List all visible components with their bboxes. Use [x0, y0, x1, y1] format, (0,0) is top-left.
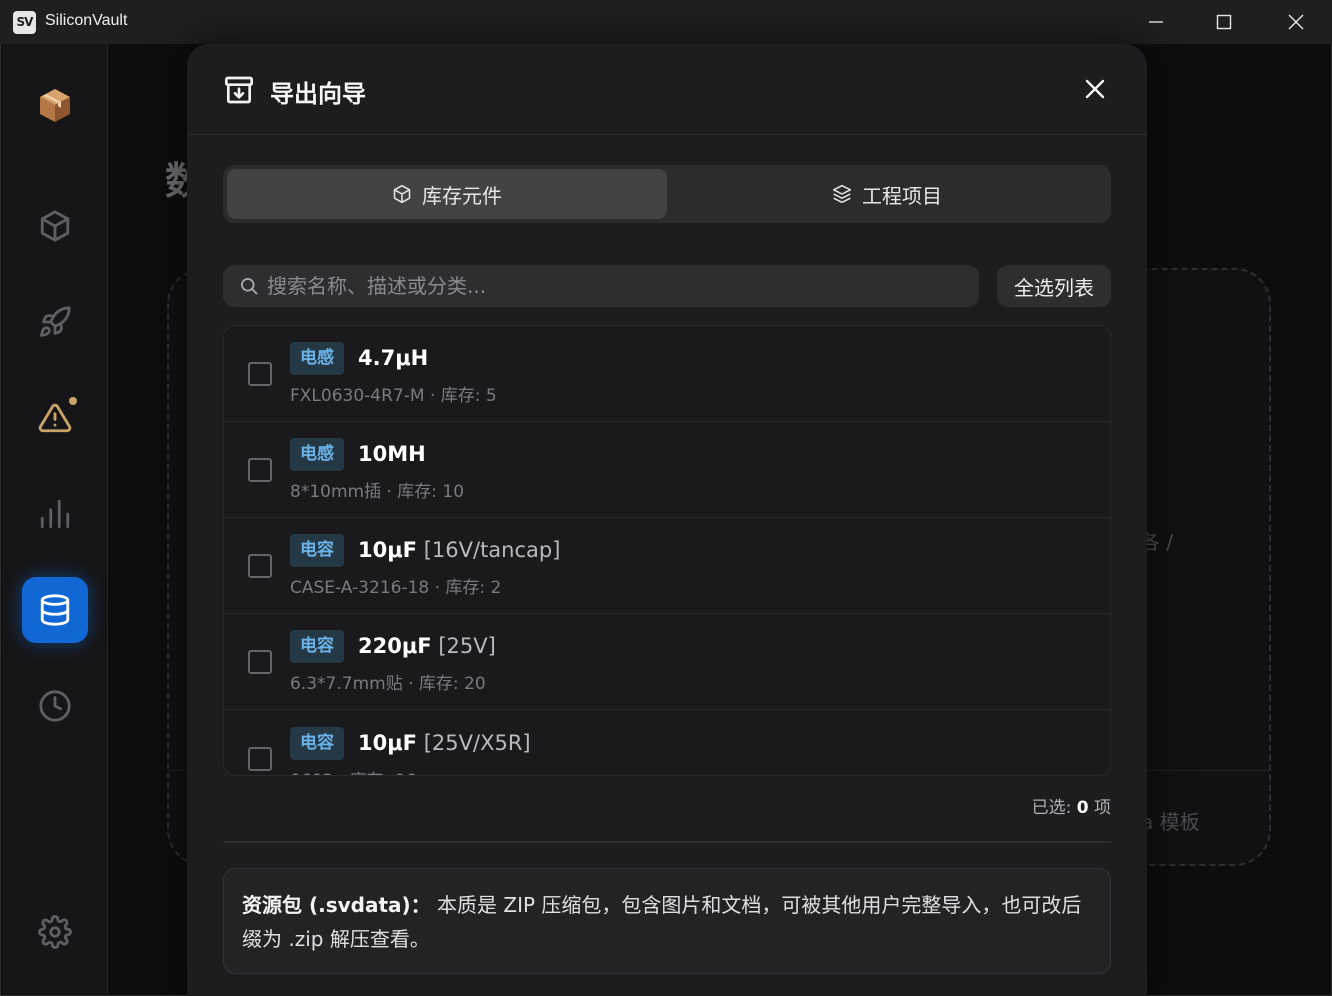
- selected-prefix: 已选:: [1031, 798, 1077, 818]
- item-name: 10μF: [358, 538, 418, 562]
- item-name: 4.7μH: [358, 346, 429, 370]
- list-item[interactable]: 电容 10μF [25V/X5R] 0603 · 库存: 96: [224, 711, 1110, 775]
- search-box: [223, 265, 979, 307]
- item-subtitle: 0603 · 库存: 96: [290, 766, 416, 775]
- item-subtitle: CASE-A-3216-18 · 库存: 2: [290, 578, 502, 598]
- note-label: 资源包 (.svdata)：: [242, 893, 431, 917]
- item-checkbox[interactable]: [248, 362, 272, 386]
- warning-icon: [38, 403, 72, 433]
- title-bar: SV SiliconVault: [0, 0, 1332, 44]
- selected-count: 已选: 0 项: [887, 793, 1111, 818]
- item-name: 10MH: [358, 442, 426, 466]
- select-all-button[interactable]: 全选列表: [997, 265, 1111, 307]
- export-wizard-dialog: 导出向导 库存元件 工程项目 全选列表 电感 4.7μH F: [187, 44, 1147, 996]
- sidebar-item-components[interactable]: [22, 193, 88, 259]
- category-tag: 电容: [290, 727, 344, 760]
- sidebar-item-history[interactable]: [22, 673, 88, 739]
- bar-chart-icon: [40, 499, 70, 529]
- item-title: 220μF [25V]: [358, 630, 496, 663]
- category-tag: 电容: [290, 534, 344, 567]
- item-checkbox[interactable]: [248, 554, 272, 578]
- search-input[interactable]: [267, 265, 967, 307]
- item-spec: [25V]: [438, 634, 496, 658]
- sidebar-item-alerts[interactable]: [22, 385, 88, 451]
- dialog-title: 导出向导: [270, 80, 366, 108]
- cube-icon: [393, 184, 411, 204]
- sidebar-item-settings[interactable]: [22, 899, 88, 965]
- package-logo-icon: [40, 89, 70, 122]
- sidebar-item-data[interactable]: [22, 577, 88, 643]
- export-type-tabs: 库存元件 工程项目: [223, 165, 1111, 223]
- list-item[interactable]: 电容 10μF [16V/tancap] CASE-A-3216-18 · 库存…: [224, 518, 1110, 614]
- category-tag: 电感: [290, 342, 344, 375]
- item-spec: [16V/tancap]: [423, 538, 561, 562]
- database-icon: [40, 594, 70, 626]
- category-tag: 电感: [290, 438, 344, 471]
- minimize-icon: [1149, 21, 1163, 23]
- tab-projects[interactable]: 工程项目: [667, 169, 1107, 219]
- sidebar-item-projects[interactable]: [22, 289, 88, 355]
- category-tag: 电容: [290, 630, 344, 663]
- item-title: 10MH: [358, 438, 426, 471]
- export-archive-icon: [223, 74, 255, 110]
- list-item[interactable]: 电感 4.7μH FXL0630-4R7-M · 库存: 5: [224, 326, 1110, 422]
- dialog-close-button[interactable]: [1080, 74, 1110, 104]
- item-title: 10μF [25V/X5R]: [358, 727, 531, 760]
- sidebar-logo[interactable]: [22, 72, 88, 138]
- cube-icon: [40, 210, 70, 242]
- item-checkbox[interactable]: [248, 650, 272, 674]
- tab-inventory[interactable]: 库存元件: [227, 169, 667, 219]
- app-logo-icon: SV: [13, 11, 36, 34]
- item-subtitle: 8*10mm插 · 库存: 10: [290, 482, 465, 502]
- maximize-icon: [1216, 14, 1232, 30]
- alert-dot: [69, 397, 77, 405]
- item-checkbox[interactable]: [248, 458, 272, 482]
- section-divider: [223, 841, 1111, 843]
- list-item[interactable]: 电容 220μF [25V] 6.3*7.7mm贴 · 库存: 20: [224, 614, 1110, 710]
- item-checkbox[interactable]: [248, 747, 272, 771]
- component-list: 电感 4.7μH FXL0630-4R7-M · 库存: 5 电感 10MH 8…: [223, 325, 1111, 776]
- item-title: 10μF [16V/tancap]: [358, 534, 560, 567]
- selected-number: 0: [1076, 798, 1089, 818]
- clock-icon: [39, 690, 71, 722]
- minimize-button[interactable]: [1121, 0, 1191, 44]
- gear-icon: [38, 915, 72, 949]
- window-title: SiliconVault: [45, 12, 128, 29]
- layers-icon: [832, 184, 852, 204]
- dialog-header: 导出向导: [187, 44, 1147, 135]
- close-window-button[interactable]: [1261, 0, 1331, 44]
- item-title: 4.7μH: [358, 342, 428, 375]
- tab-label: 库存元件: [422, 183, 502, 208]
- rocket-icon: [40, 306, 71, 337]
- search-icon: [241, 278, 258, 295]
- tab-label: 工程项目: [862, 183, 942, 208]
- sidebar-item-stats[interactable]: [22, 481, 88, 547]
- list-item[interactable]: 电感 10MH 8*10mm插 · 库存: 10: [224, 422, 1110, 518]
- info-note: 资源包 (.svdata)： 本质是 ZIP 压缩包，包含图片和文档，可被其他用…: [223, 868, 1111, 974]
- item-name: 10μF: [358, 731, 418, 755]
- maximize-button[interactable]: [1189, 0, 1259, 44]
- item-subtitle: FXL0630-4R7-M · 库存: 5: [290, 386, 497, 406]
- background-text: a 模板: [1141, 810, 1200, 834]
- item-subtitle: 6.3*7.7mm贴 · 库存: 20: [290, 674, 486, 694]
- item-spec: [25V/X5R]: [423, 731, 531, 755]
- sidebar: [2, 44, 108, 994]
- close-icon: [1288, 14, 1304, 30]
- selected-suffix: 项: [1088, 798, 1111, 818]
- item-name: 220μF: [358, 634, 432, 658]
- close-icon: [1085, 79, 1105, 99]
